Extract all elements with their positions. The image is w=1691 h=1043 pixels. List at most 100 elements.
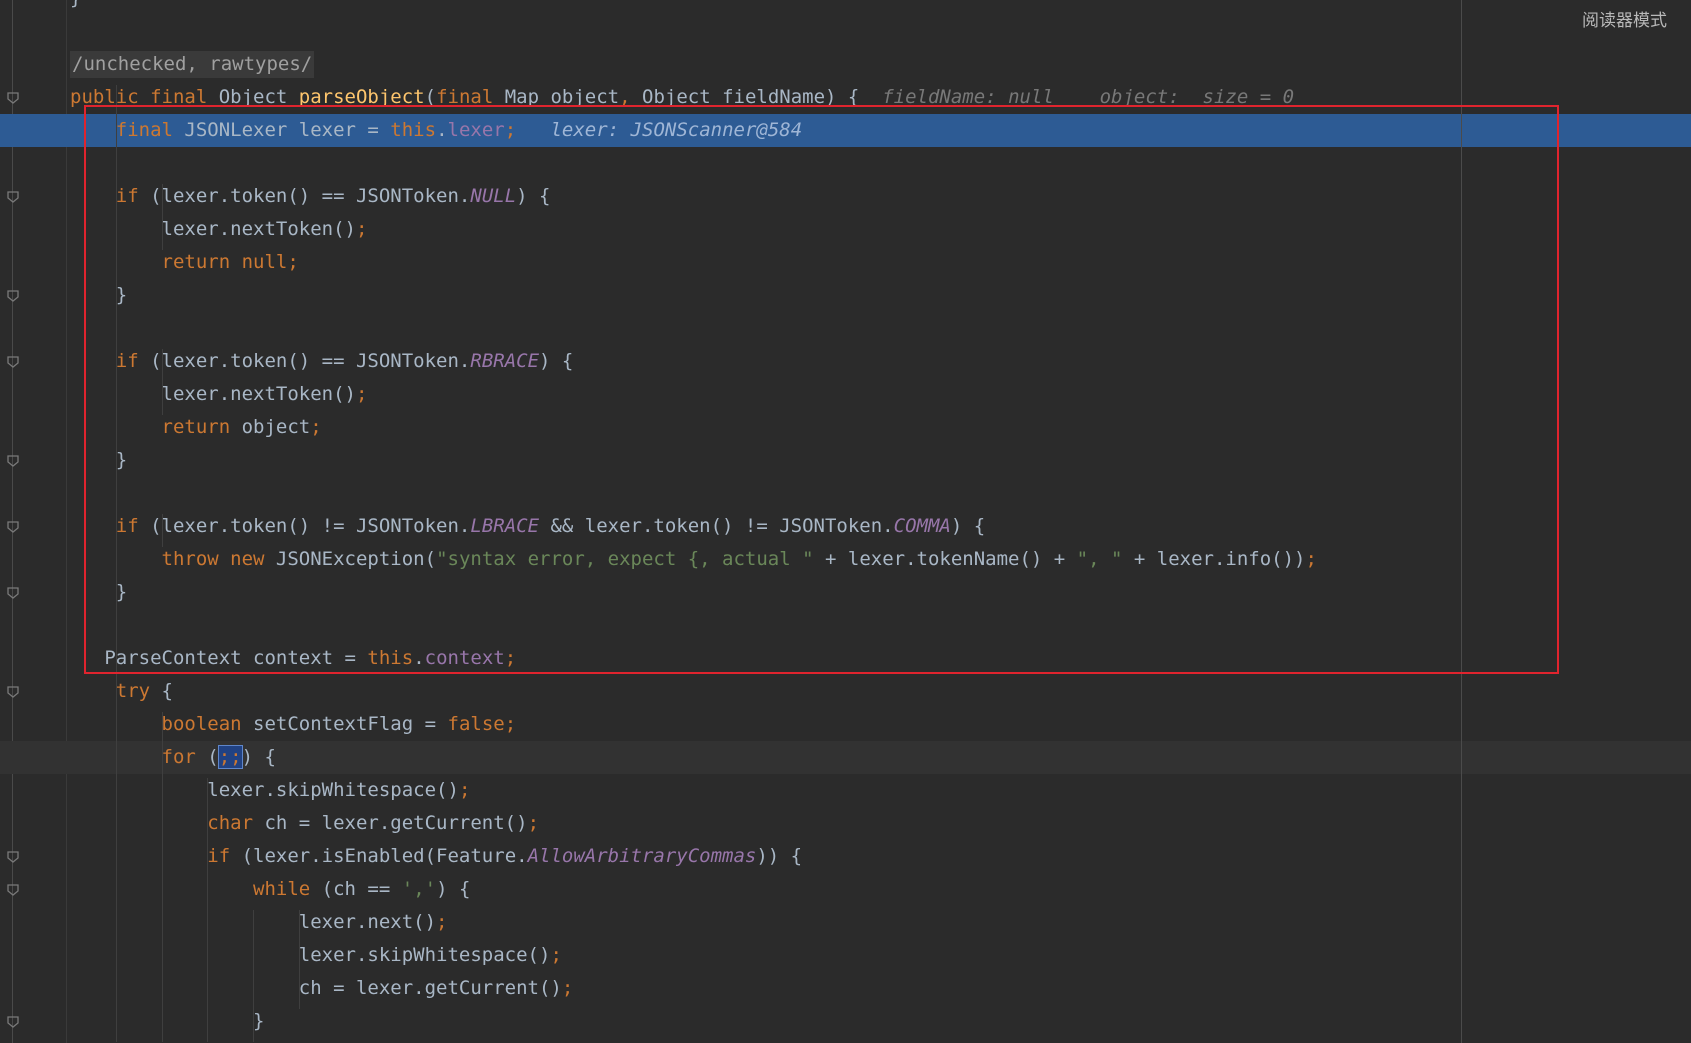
code-token: } (70, 581, 128, 603)
code-line[interactable]: lexer.nextToken(); (0, 213, 1691, 246)
code-text: } (70, 444, 127, 477)
code-text: if (lexer.token() == JSONToken.RBRACE) { (70, 345, 574, 378)
code-line[interactable]: lexer.nextToken(); (0, 378, 1691, 411)
code-text: for (;;) { (70, 741, 276, 774)
code-line[interactable] (0, 312, 1691, 345)
code-text: if (lexer.token() != JSONToken.LBRACE &&… (70, 510, 985, 543)
code-token: NULL (470, 185, 517, 207)
code-token: Map object (504, 86, 620, 108)
code-text: public final Object parseObject(final Ma… (70, 81, 1294, 114)
code-token: + lexer.tokenName() + (813, 548, 1077, 570)
code-token: public final (70, 86, 219, 108)
code-line[interactable]: lexer.skipWhitespace(); (0, 774, 1691, 807)
code-text: boolean setContextFlag = false; (70, 708, 517, 741)
code-token: (lexer.token() != JSONToken. (150, 515, 471, 537)
code-token: this (390, 119, 437, 141)
code-line[interactable]: while (ch == ',') { (0, 873, 1691, 906)
code-text: } (70, 576, 127, 609)
code-token: AllowArbitraryCommas (527, 845, 757, 867)
indent-guide (161, 349, 163, 415)
code-text: while (ch == ',') { (70, 873, 470, 906)
code-token: COMMA (893, 515, 951, 537)
code-line[interactable]: return object; (0, 411, 1691, 444)
code-line[interactable] (0, 609, 1691, 642)
code-line[interactable]: try { (0, 675, 1691, 708)
code-token: ) { (241, 746, 276, 768)
code-token: if (70, 845, 242, 867)
code-token: final (70, 119, 185, 141)
code-line[interactable]: char ch = lexer.getCurrent(); (0, 807, 1691, 840)
code-token: if (70, 350, 151, 372)
code-token: ) { (436, 878, 471, 900)
code-token: ; (458, 779, 471, 801)
code-token: lexer.skipWhitespace() (70, 944, 551, 966)
indent-guide (161, 514, 163, 547)
code-token: for (70, 746, 208, 768)
inline-debug-value: fieldName: null object: size = 0 (859, 86, 1295, 108)
code-text: char ch = lexer.getCurrent(); (70, 807, 539, 840)
code-line[interactable]: } (0, 0, 1691, 15)
code-token: ;; (217, 745, 243, 769)
code-line[interactable]: } (0, 576, 1691, 609)
code-line[interactable]: if (lexer.token() == JSONToken.RBRACE) { (0, 345, 1691, 378)
code-token: (lexer.isEnabled(Feature. (241, 845, 528, 867)
code-line[interactable]: throw new JSONException("syntax error, e… (0, 543, 1691, 576)
code-editor[interactable]: } /unchecked, rawtypes/public final Objec… (0, 0, 1691, 1043)
code-line[interactable] (0, 477, 1691, 510)
code-line[interactable]: } (0, 444, 1691, 477)
reader-mode-button[interactable]: 阅读器模式 (1582, 6, 1667, 31)
code-line[interactable]: if (lexer.isEnabled(Feature.AllowArbitra… (0, 840, 1691, 873)
inline-debug-value: lexer: JSONScanner@584 (516, 119, 803, 141)
indent-guide (207, 778, 209, 1042)
code-token: } (70, 449, 128, 471)
code-token: ',' (401, 878, 437, 900)
code-line[interactable]: ParseContext context = this.context; (0, 642, 1691, 675)
code-token: lexer.nextToken() (70, 383, 356, 405)
code-token: final (436, 86, 505, 108)
code-token: + lexer.info()) (1122, 548, 1306, 570)
code-token: . (413, 647, 425, 669)
indent-guide (299, 910, 300, 1009)
code-text: } (70, 279, 127, 312)
code-token: ; (436, 911, 448, 933)
code-token: ; (1305, 548, 1317, 570)
code-text: if (lexer.token() == JSONToken.NULL) { (70, 180, 551, 213)
code-text: lexer.skipWhitespace(); (70, 939, 562, 972)
code-line[interactable]: } (0, 279, 1691, 312)
right-margin-guide (1461, 0, 1462, 1043)
code-token: if (70, 185, 151, 207)
code-token: (lexer.token() == JSONToken. (150, 350, 471, 372)
code-line[interactable]: for (;;) { (0, 741, 1691, 774)
execution-point-line[interactable]: final JSONLexer lexer = this.lexer; lexe… (0, 114, 1691, 147)
code-token: if (70, 515, 151, 537)
code-line[interactable]: return null; (0, 246, 1691, 279)
code-token: lexer.skipWhitespace() (70, 779, 459, 801)
code-token: context (424, 647, 505, 669)
code-text: } (70, 0, 81, 15)
code-line[interactable]: public final Object parseObject(final Ma… (0, 81, 1691, 114)
code-line[interactable]: boolean setContextFlag = false; (0, 708, 1691, 741)
code-text: lexer.skipWhitespace(); (70, 774, 470, 807)
code-line[interactable] (0, 15, 1691, 48)
code-line[interactable]: if (lexer.token() != JSONToken.LBRACE &&… (0, 510, 1691, 543)
indent-guide (161, 712, 163, 1042)
code-token: ( (424, 86, 437, 108)
code-token: setContextFlag = (253, 713, 448, 735)
code-token: this (367, 647, 414, 669)
code-line[interactable]: /unchecked, rawtypes/ (0, 48, 1691, 81)
code-token: ; (550, 944, 562, 966)
code-token: (lexer.token() == JSONToken. (150, 185, 471, 207)
code-token: Object (218, 86, 299, 108)
code-token: . (436, 119, 448, 141)
code-token: return null; (70, 251, 299, 273)
code-token: JSONLexer lexer = (184, 119, 391, 141)
code-text: final JSONLexer lexer = this.lexer; lexe… (70, 114, 802, 147)
code-token: ", " (1076, 548, 1123, 570)
code-line[interactable]: if (lexer.token() == JSONToken.NULL) { (0, 180, 1691, 213)
code-token: ; (355, 383, 368, 405)
code-line[interactable] (0, 147, 1691, 180)
code-token: "syntax error, expect {, actual " (436, 548, 814, 570)
code-text: lexer.nextToken(); (70, 378, 368, 411)
code-token: ch = lexer.getCurrent() (264, 812, 528, 834)
indent-guide (115, 85, 117, 1042)
